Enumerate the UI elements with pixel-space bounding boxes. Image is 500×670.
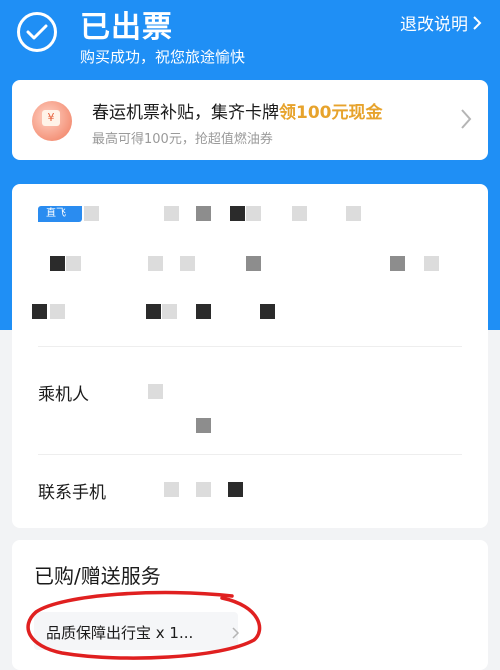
flight-info-card[interactable]: 直飞 乘机人 联系手机 (12, 184, 488, 528)
redacted-block (180, 256, 195, 271)
contact-phone-label: 联系手机 (38, 483, 106, 503)
redacted-block (424, 256, 439, 271)
redacted-block (148, 384, 163, 399)
redacted-block (196, 418, 211, 433)
divider (38, 454, 462, 455)
redacted-block (196, 304, 211, 319)
redacted-block (84, 206, 99, 221)
redacted-block (164, 482, 179, 497)
refund-policy-label: 退改说明 (400, 15, 468, 35)
ticket-status-title: 已出票 (80, 10, 173, 45)
redacted-block (196, 206, 211, 221)
redacted-block (50, 256, 65, 271)
redacted-block (162, 304, 177, 319)
redacted-block (164, 206, 179, 221)
promo-subtitle: 最高可得100元，抢超值燃油券 (92, 132, 273, 147)
nonstop-badge: 直飞 (38, 206, 82, 222)
redacted-block (32, 304, 47, 319)
redacted-block (246, 256, 261, 271)
redacted-block (260, 304, 275, 319)
promo-title: 春运机票补贴，集齐卡牌领100元现金 (92, 103, 383, 123)
redacted-block (292, 206, 307, 221)
annotation-circle (26, 590, 262, 660)
redacted-block (246, 206, 261, 221)
redacted-block (230, 206, 245, 221)
refund-policy-link[interactable]: 退改说明 (400, 10, 482, 35)
redacted-block (390, 256, 405, 271)
services-title: 已购/赠送服务 (34, 564, 161, 588)
redacted-block (228, 482, 243, 497)
promo-card[interactable]: ¥ 春运机票补贴，集齐卡牌领100元现金 最高可得100元，抢超值燃油券 (12, 80, 488, 160)
redacted-block (66, 256, 81, 271)
chevron-right-icon (473, 15, 482, 30)
redacted-block (346, 206, 361, 221)
divider (38, 346, 462, 347)
red-envelope-icon: ¥ (32, 101, 72, 141)
redacted-block (148, 256, 163, 271)
redacted-block (196, 482, 211, 497)
check-circle-icon (17, 12, 57, 52)
promo-highlight: 领100元现金 (279, 103, 383, 123)
redacted-block (146, 304, 161, 319)
passenger-label: 乘机人 (38, 385, 89, 405)
redacted-block (50, 304, 65, 319)
ticket-status-subtitle: 购买成功，祝您旅途愉快 (80, 48, 246, 66)
chevron-right-icon (461, 109, 472, 129)
